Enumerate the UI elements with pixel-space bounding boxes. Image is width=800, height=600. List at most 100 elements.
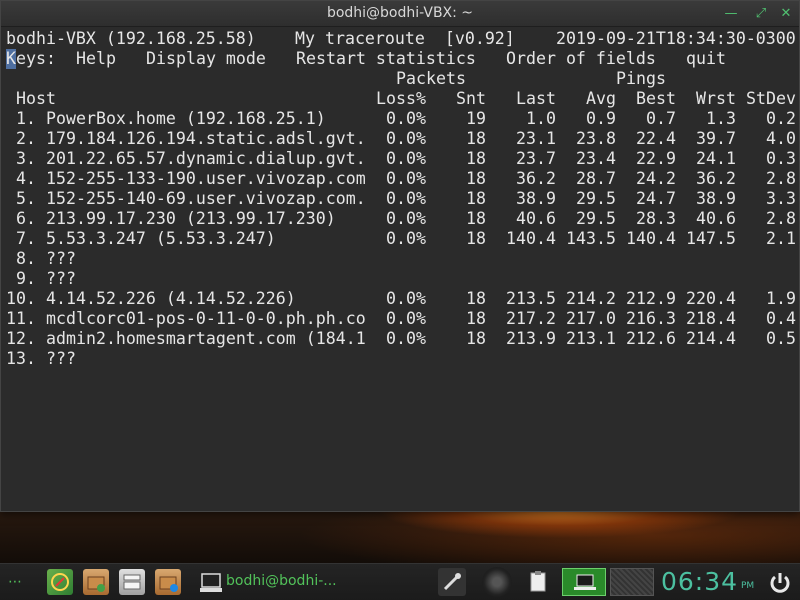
hop-host: 201.22.65.57.dynamic.dialup.gvt. xyxy=(46,149,366,168)
hop-row: 8.??? xyxy=(6,249,796,269)
hop-loss: 0.0% xyxy=(386,149,426,168)
hop-host: ??? xyxy=(46,269,76,288)
terminal-window: bodhi@bodhi-VBX: ~ — ⤢ ✕ bodhi-VBX (192.… xyxy=(0,0,800,512)
wallpaper xyxy=(0,505,800,565)
hop-snt: 18 xyxy=(466,229,486,248)
hop-wrst: 40.6 xyxy=(696,209,736,228)
hop-last: 217.2 xyxy=(506,309,556,328)
task-terminal-label[interactable]: bodhi@bodhi-... xyxy=(226,573,337,589)
hop-avg: 217.0 xyxy=(566,309,616,328)
hop-last: 23.7 xyxy=(516,149,556,168)
hop-stdev: 2.8 xyxy=(766,209,796,228)
hop-last: 23.1 xyxy=(516,129,556,148)
col-avg: Avg xyxy=(586,89,616,108)
hop-wrst: 214.4 xyxy=(686,329,736,348)
key-display-mode[interactable]: Display mode xyxy=(146,49,266,69)
key-order-of-fields[interactable]: Order of fields xyxy=(506,49,656,69)
hop-best: 212.6 xyxy=(626,329,676,348)
browser-icon[interactable] xyxy=(47,569,73,595)
hop-row: 11. mcdlcorc01-pos-0-11-0-0.ph.ph.co 0.0% 1… xyxy=(6,309,796,329)
network-icon[interactable] xyxy=(438,568,466,596)
hop-host: 5.53.3.247 (5.53.3.247) xyxy=(46,229,276,248)
hop-number: 10. xyxy=(6,289,36,308)
hop-number: 13. xyxy=(6,349,36,368)
hop-host: admin2.homesmartagent.com (184.1 xyxy=(46,329,366,348)
desktop: bodhi@bodhi-VBX: ~ — ⤢ ✕ bodhi-VBX (192.… xyxy=(0,0,800,600)
key-help[interactable]: Help xyxy=(76,49,116,69)
hop-best: 24.7 xyxy=(636,189,676,208)
taskbar: ⋯ bodhi@bodhi-... 06:34 PM xyxy=(0,563,800,600)
hop-snt: 18 xyxy=(466,209,486,228)
hop-loss: 0.0% xyxy=(386,189,426,208)
keys-label: eys: xyxy=(16,49,56,68)
hop-number: 8. xyxy=(16,249,36,268)
hop-last: 213.5 xyxy=(506,289,556,308)
col-wrst: Wrst xyxy=(696,89,736,108)
key-restart-statistics[interactable]: Restart statistics xyxy=(296,49,476,69)
hop-best: 140.4 xyxy=(626,229,676,248)
terminal-icon[interactable] xyxy=(200,572,224,594)
volume-icon[interactable] xyxy=(482,567,512,597)
hop-stdev: 2.8 xyxy=(766,169,796,188)
hop-best: 28.3 xyxy=(636,209,676,228)
app-menu-icon[interactable]: ⋯ xyxy=(8,574,22,600)
hop-wrst: 1.3 xyxy=(706,109,736,128)
hop-loss: 0.0% xyxy=(386,109,426,128)
hop-last: 36.2 xyxy=(516,169,556,188)
key-quit[interactable]: quit xyxy=(686,49,726,69)
hop-snt: 18 xyxy=(466,329,486,348)
hop-stdev: 2.1 xyxy=(766,229,796,248)
hop-last: 40.6 xyxy=(516,209,556,228)
hop-snt: 18 xyxy=(466,309,486,328)
maximize-icon[interactable]: ⤢ xyxy=(753,6,769,22)
workspace-icon[interactable] xyxy=(610,568,654,596)
program-title: My traceroute [v0.92] xyxy=(295,29,515,48)
window-titlebar[interactable]: bodhi@bodhi-VBX: ~ — ⤢ ✕ xyxy=(1,1,799,27)
minimize-icon[interactable]: — xyxy=(723,6,739,22)
terminal-content[interactable]: bodhi-VBX (192.168.25.58) My traceroute … xyxy=(6,29,798,509)
hop-best: 24.2 xyxy=(636,169,676,188)
hop-wrst: 24.1 xyxy=(696,149,736,168)
workspace-icon[interactable] xyxy=(562,568,606,596)
hop-number: 6. xyxy=(16,209,36,228)
hop-wrst: 38.9 xyxy=(696,189,736,208)
hop-stdev: 0.3 xyxy=(766,149,796,168)
col-last: Last xyxy=(516,89,556,108)
hop-number: 2. xyxy=(16,129,36,148)
hop-number: 1. xyxy=(16,109,36,128)
hop-snt: 19 xyxy=(466,109,486,128)
hop-snt: 18 xyxy=(466,289,486,308)
hop-row: 2. 179.184.126.194.static.adsl.gvt. 0.0% 18… xyxy=(6,129,796,149)
hop-best: 0.7 xyxy=(646,109,676,128)
hop-wrst: 220.4 xyxy=(686,289,736,308)
pings-group-header: Pings xyxy=(616,69,666,88)
hop-last: 38.9 xyxy=(516,189,556,208)
hop-number: 9. xyxy=(16,269,36,288)
hop-best: 22.9 xyxy=(636,149,676,168)
package-icon[interactable] xyxy=(155,569,181,595)
hop-best: 212.9 xyxy=(626,289,676,308)
close-icon[interactable]: ✕ xyxy=(778,6,794,22)
packets-group-header: Packets xyxy=(396,69,466,88)
power-icon[interactable] xyxy=(766,569,794,597)
hop-loss: 0.0% xyxy=(386,229,426,248)
hop-stdev: 0.4 xyxy=(766,309,796,328)
clock-ampm: PM xyxy=(741,581,755,591)
hop-number: 12. xyxy=(6,329,36,348)
col-host: Host xyxy=(16,89,56,108)
timestamp: 2019-09-21T18:34:30-0300 xyxy=(556,29,796,48)
col-stdev: StDev xyxy=(746,89,796,108)
hop-stdev: 0.2 xyxy=(766,109,796,128)
file-manager-icon[interactable] xyxy=(83,569,109,595)
col-best: Best xyxy=(636,89,676,108)
hop-last: 1.0 xyxy=(526,109,556,128)
hop-loss: 0.0% xyxy=(386,289,426,308)
hop-avg: 213.1 xyxy=(566,329,616,348)
hop-snt: 18 xyxy=(466,169,486,188)
files-icon[interactable] xyxy=(119,569,145,595)
hop-wrst: 36.2 xyxy=(696,169,736,188)
clipboard-icon[interactable] xyxy=(525,568,551,596)
hop-last: 213.9 xyxy=(506,329,556,348)
hop-wrst: 147.5 xyxy=(686,229,736,248)
hop-number: 4. xyxy=(16,169,36,188)
